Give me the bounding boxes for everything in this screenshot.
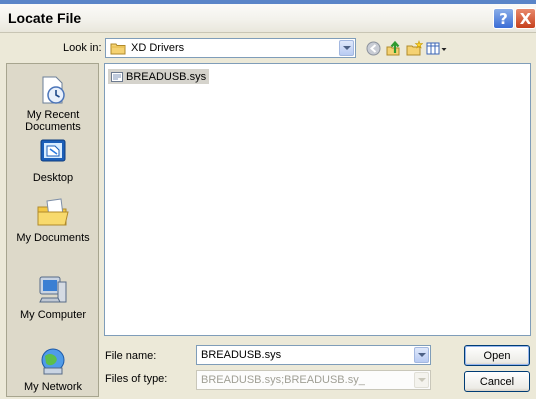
file-type-dropdown[interactable]: BREADUSB.sys;BREADUSB.sy_: [196, 370, 431, 390]
title-bar[interactable]: Locate File ? X: [0, 0, 536, 33]
open-button[interactable]: Open: [464, 345, 530, 366]
places-label-my-network: My Network: [23, 381, 83, 393]
file-type-label: Files of type:: [105, 373, 168, 385]
folder-icon: [110, 43, 126, 55]
file-type-dropdown-arrow[interactable]: [414, 372, 429, 388]
file-type-value: BREADUSB.sys;BREADUSB.sy_: [201, 374, 365, 386]
list-item[interactable]: BREADUSB.sys: [108, 69, 210, 84]
places-bar: My Recent Documents Desktop My Documents…: [6, 63, 99, 397]
new-folder-button[interactable]: [405, 39, 423, 57]
up-folder-button[interactable]: [384, 39, 402, 57]
close-icon: X: [519, 9, 532, 28]
desktop-icon: [40, 139, 66, 162]
places-label-my-computer: My Computer: [19, 309, 87, 321]
my-network-icon: [41, 348, 65, 375]
help-icon: ?: [499, 9, 508, 28]
back-icon: [366, 41, 380, 55]
look-in-value: XD Drivers: [131, 42, 185, 54]
file-name-value: BREADUSB.sys: [201, 349, 282, 361]
look-in-dropdown[interactable]: XD Drivers: [105, 38, 356, 58]
window-title: Locate File: [8, 10, 82, 26]
new-folder-icon: [406, 39, 423, 55]
help-button[interactable]: ?: [493, 8, 514, 29]
cancel-button[interactable]: Cancel: [464, 371, 530, 392]
title-bar-accent: [0, 0, 536, 4]
chevron-down-icon: [342, 46, 351, 50]
system-file-icon: [111, 71, 123, 82]
views-menu-icon: [426, 42, 447, 54]
file-list[interactable]: BREADUSB.sys: [104, 63, 531, 336]
recent-documents-icon: [42, 76, 65, 104]
back-button[interactable]: [364, 39, 382, 57]
places-label-desktop: Desktop: [32, 172, 74, 184]
places-item-desktop[interactable]: Desktop: [7, 137, 99, 184]
chevron-down-icon: [417, 378, 426, 382]
places-item-my-computer[interactable]: My Computer: [7, 274, 99, 321]
file-name-label: File name:: [105, 350, 157, 362]
look-in-dropdown-arrow[interactable]: [339, 40, 354, 56]
up-folder-icon: [386, 40, 399, 55]
my-documents-icon: [37, 198, 69, 226]
places-item-my-network[interactable]: My Network: [7, 346, 99, 393]
views-menu-button[interactable]: [426, 39, 448, 57]
look-in-label: Look in:: [63, 42, 102, 54]
my-computer-icon: [39, 276, 67, 303]
chevron-down-icon: [417, 353, 426, 357]
places-label-recent: My Recent Documents: [25, 109, 81, 133]
close-button[interactable]: X: [515, 8, 536, 29]
places-item-my-documents[interactable]: My Documents: [7, 197, 99, 244]
places-label-my-documents: My Documents: [16, 232, 90, 244]
places-item-recent[interactable]: My Recent Documents: [7, 74, 99, 133]
file-name: BREADUSB.sys: [126, 70, 207, 83]
file-name-dropdown-arrow[interactable]: [414, 347, 429, 363]
file-name-input[interactable]: BREADUSB.sys: [196, 345, 431, 365]
